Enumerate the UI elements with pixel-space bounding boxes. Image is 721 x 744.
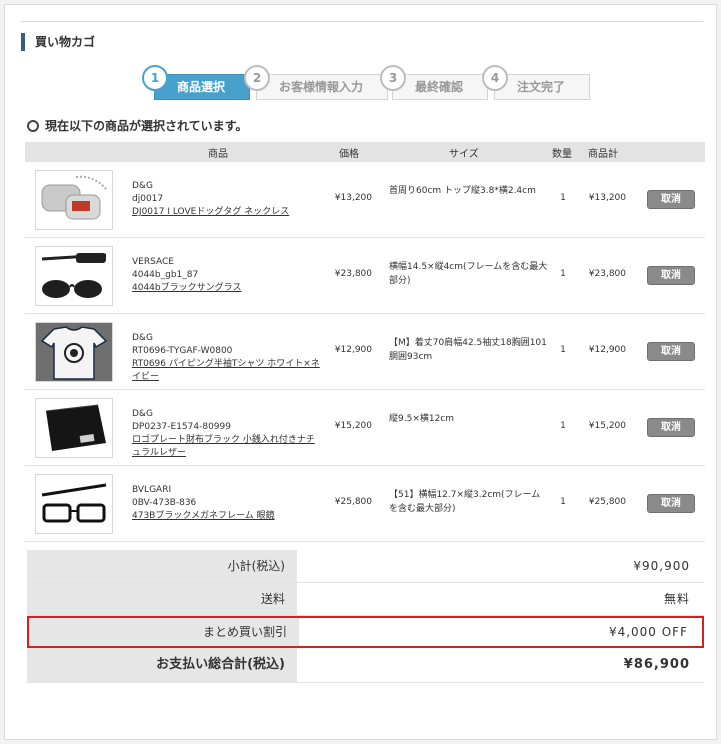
col-subtotal: 商品計 <box>588 149 618 160</box>
product-price: ¥12,900 <box>334 345 372 355</box>
product-link[interactable]: 473Bブラックメガネフレーム 眼鏡 <box>132 510 322 523</box>
totals-table: 小計(税込) ¥90,900 送料 無料 まとめ買い割引 ¥4,000 OFF … <box>27 550 704 683</box>
discount-row: まとめ買い割引 ¥4,000 OFF <box>27 616 704 648</box>
step-2: お客様情報入力 2 <box>244 65 388 100</box>
table-row: D&G RT0696-TYGAF-W0800 RT0696 パイピング半袖Tシャ… <box>25 314 705 390</box>
grand-total-row: お支払い総合計(税込) ¥86,900 <box>27 648 704 683</box>
product-code: 4044b_gb1_87 <box>132 270 199 280</box>
product-link[interactable]: DJ0017 I LOVEドッグタグ ネックレス <box>132 206 322 219</box>
subtotal-value: ¥90,900 <box>633 559 690 573</box>
selected-items-text: 現在以下の商品が選択されています。 <box>45 119 248 133</box>
product-size: 首周り60cm トップ縦3.8*横2.4cm <box>389 186 536 196</box>
product-price: ¥15,200 <box>334 421 372 431</box>
wallet-image[interactable] <box>35 398 113 458</box>
eyeglass-frame-image[interactable] <box>35 474 113 534</box>
product-subtotal: ¥15,200 <box>588 421 626 431</box>
product-link[interactable]: 4044bブラックサングラス <box>132 282 322 295</box>
product-size: 横幅14.5×縦4cm(フレームを含む最大部分) <box>389 262 548 286</box>
product-code: DP0237-E1574-80999 <box>132 422 231 432</box>
step-4-number: 4 <box>482 65 508 91</box>
product-info: D&G RT0696-TYGAF-W0800 RT0696 パイピング半袖Tシャ… <box>132 332 322 384</box>
product-code: RT0696-TYGAF-W0800 <box>132 346 233 356</box>
top-divider <box>21 21 703 22</box>
step-1-label: 商品選択 <box>154 74 250 100</box>
product-qty: 1 <box>560 193 566 203</box>
cancel-button[interactable]: 取消 <box>647 494 695 513</box>
subtotal-label: 小計(税込) <box>27 550 297 582</box>
cancel-button[interactable]: 取消 <box>647 190 695 209</box>
step-4-label: 注文完了 <box>494 74 590 100</box>
step-2-label: お客様情報入力 <box>256 74 388 100</box>
product-code: 0BV-473B-836 <box>132 498 197 508</box>
step-1-number: 1 <box>142 65 168 91</box>
product-price: ¥23,800 <box>334 269 372 279</box>
product-info: BVLGARI 0BV-473B-836 473Bブラックメガネフレーム 眼鏡 <box>132 484 322 523</box>
checkout-steps: 商品選択 1 お客様情報入力 2 最終確認 3 注文完了 4 <box>142 65 602 104</box>
selected-items-heading: 現在以下の商品が選択されています。 <box>27 119 247 133</box>
product-info: D&G dj0017 DJ0017 I LOVEドッグタグ ネックレス <box>132 180 322 219</box>
step-4: 注文完了 4 <box>482 65 592 100</box>
product-price: ¥13,200 <box>334 193 372 203</box>
sunglasses-image[interactable] <box>35 246 113 306</box>
discount-value: ¥4,000 OFF <box>608 625 688 639</box>
step-3: 最終確認 3 <box>380 65 488 100</box>
col-price: 価格 <box>339 149 359 160</box>
table-header: 商品 価格 サイズ 数量 商品計 <box>25 142 705 162</box>
shipping-row: 送料 無料 <box>27 583 704 616</box>
product-brand: BVLGARI <box>132 485 172 495</box>
product-subtotal: ¥12,900 <box>588 345 626 355</box>
grand-total-label: お支払い総合計(税込) <box>27 648 297 682</box>
product-subtotal: ¥25,800 <box>588 497 626 507</box>
shipping-value: 無料 <box>663 592 690 606</box>
step-1: 商品選択 1 <box>142 65 250 100</box>
table-row: VERSACE 4044b_gb1_87 4044bブラックサングラス ¥23,… <box>25 238 705 314</box>
step-3-label: 最終確認 <box>392 74 488 100</box>
product-size: 縦9.5×横12cm <box>389 414 455 424</box>
col-product: 商品 <box>208 149 228 160</box>
col-size: サイズ <box>449 149 479 160</box>
product-info: VERSACE 4044b_gb1_87 4044bブラックサングラス <box>132 256 322 295</box>
product-price: ¥25,800 <box>334 497 372 507</box>
tshirt-image[interactable] <box>35 322 113 382</box>
discount-label: まとめ買い割引 <box>29 618 299 646</box>
product-qty: 1 <box>560 345 566 355</box>
cancel-button[interactable]: 取消 <box>647 342 695 361</box>
cancel-button[interactable]: 取消 <box>647 418 695 437</box>
table-row: D&G dj0017 DJ0017 I LOVEドッグタグ ネックレス ¥13,… <box>25 162 705 238</box>
product-brand: D&G <box>132 409 153 419</box>
product-size: 【M】着丈70肩幅42.5袖丈18胸囲101胴囲93cm <box>389 338 547 362</box>
step-2-number: 2 <box>244 65 270 91</box>
product-subtotal: ¥13,200 <box>588 193 626 203</box>
product-code: dj0017 <box>132 194 164 204</box>
product-link[interactable]: RT0696 パイピング半袖Tシャツ ホワイト×ネイビー <box>132 358 322 384</box>
table-row: BVLGARI 0BV-473B-836 473Bブラックメガネフレーム 眼鏡 … <box>25 466 705 542</box>
cancel-button[interactable]: 取消 <box>647 266 695 285</box>
step-3-number: 3 <box>380 65 406 91</box>
product-qty: 1 <box>560 497 566 507</box>
product-brand: VERSACE <box>132 257 174 267</box>
product-link[interactable]: ロゴプレート財布ブラック 小銭入れ付きナチュラルレザー <box>132 434 322 460</box>
product-brand: D&G <box>132 181 153 191</box>
product-info: D&G DP0237-E1574-80999 ロゴプレート財布ブラック 小銭入れ… <box>132 408 322 460</box>
product-size: 【51】横幅12.7×縦3.2cm(フレームを含む最大部分) <box>389 490 541 514</box>
shipping-label: 送料 <box>27 583 297 615</box>
bullet-icon <box>27 120 39 132</box>
grand-total-value: ¥86,900 <box>623 657 690 672</box>
subtotal-row: 小計(税込) ¥90,900 <box>27 550 704 583</box>
cart-table: 商品 価格 サイズ 数量 商品計 D&G dj0017 DJ0017 I LOV… <box>25 142 705 542</box>
product-subtotal: ¥23,800 <box>588 269 626 279</box>
product-qty: 1 <box>560 421 566 431</box>
page-title: 買い物カゴ <box>21 33 95 51</box>
product-qty: 1 <box>560 269 566 279</box>
cart-panel: 買い物カゴ 商品選択 1 お客様情報入力 2 最終確認 3 注文完了 4 現在以… <box>4 4 717 740</box>
col-qty: 数量 <box>552 149 572 160</box>
product-brand: D&G <box>132 333 153 343</box>
dog-tag-necklace-image[interactable] <box>35 170 113 230</box>
table-row: D&G DP0237-E1574-80999 ロゴプレート財布ブラック 小銭入れ… <box>25 390 705 466</box>
